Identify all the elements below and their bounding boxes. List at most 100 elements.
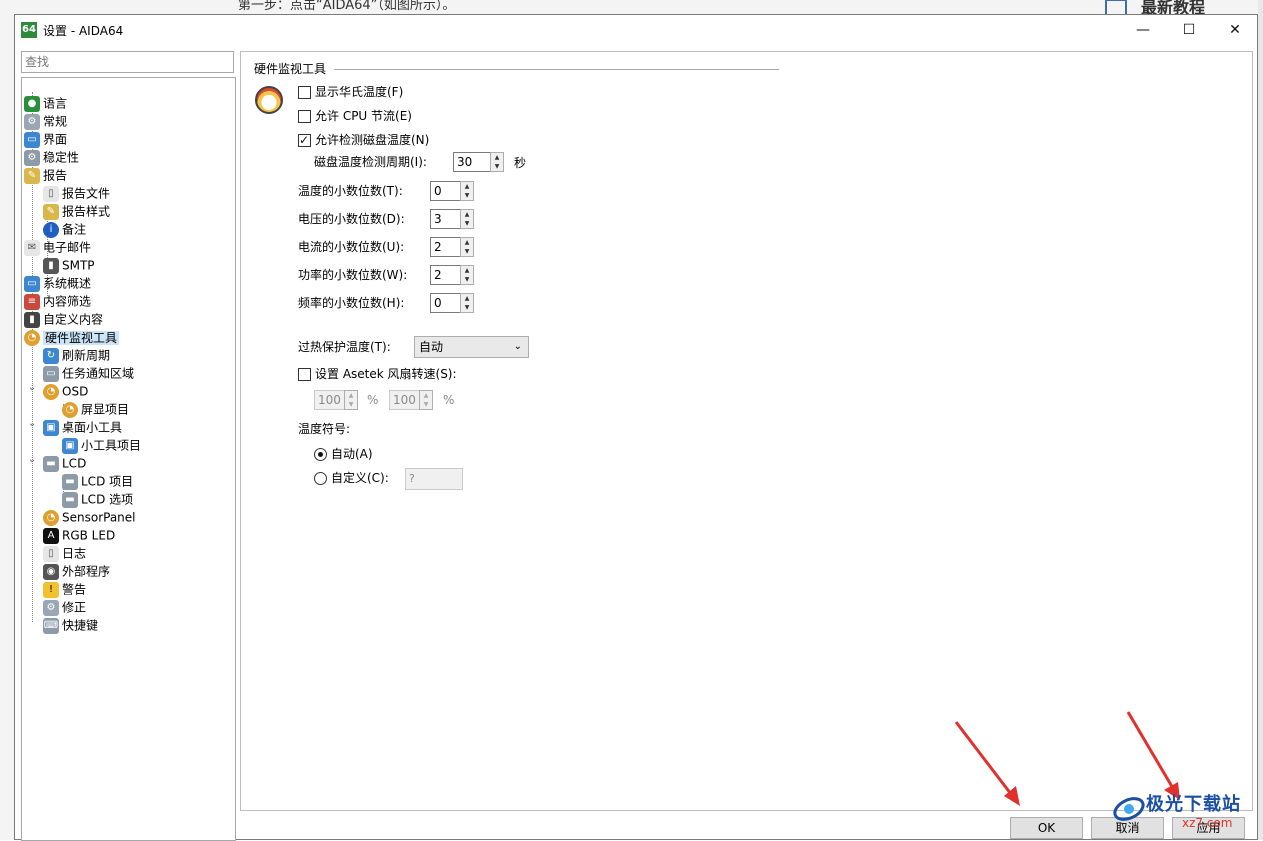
- monitor-icon: ▭: [24, 131, 40, 148]
- tree-item-osd-items[interactable]: ◔ 屏显项目: [62, 400, 129, 418]
- section-divider: [334, 69, 779, 70]
- watermark-logo-icon: [1113, 797, 1145, 821]
- radio-unselected: [314, 472, 327, 485]
- temp-symbol-auto-radio[interactable]: 自动(A): [314, 444, 373, 464]
- power-decimals-field[interactable]: 2: [430, 265, 461, 285]
- tree-item-sensorpanel[interactable]: ◔ SensorPanel: [43, 508, 136, 526]
- stepper-arrows[interactable]: ▲ ▼: [344, 390, 358, 410]
- tree-item-refresh-period[interactable]: ↻ 刷新周期: [43, 346, 110, 364]
- monitor-icon: ▭: [24, 275, 40, 292]
- disk-temp-period-stepper[interactable]: 30 ▲ ▼: [453, 152, 505, 174]
- stepper-arrows[interactable]: ▲ ▼: [460, 293, 474, 313]
- asetek-fan-checkbox[interactable]: 设置 Asetek 风扇转速(S):: [298, 364, 457, 384]
- tree-item-general[interactable]: ⚙ 常规: [24, 112, 67, 130]
- disk-temp-period-label: 磁盘温度检测周期(I):: [314, 155, 427, 169]
- tree-item-lcd[interactable]: ▬ LCD: [43, 454, 86, 472]
- seconds-unit: 秒: [514, 156, 527, 170]
- tree-item-fix[interactable]: ⚙ 修正: [43, 598, 86, 616]
- minimize-button[interactable]: —: [1120, 15, 1166, 45]
- tree-item-desktop-gadget[interactable]: ▣ 桌面小工具: [43, 418, 122, 436]
- settings-tree[interactable]: ● 语言 ⚙ 常规 ▭ 界面 ⚙ 稳定性 ✎ 报告 ▯ 报告文件 ✎ 报告样式 i 备注 ✉ 电子…: [21, 77, 236, 841]
- tree-item-hotkeys[interactable]: ⌨ 快捷键: [43, 616, 98, 634]
- asetek-speed1-field[interactable]: 100: [314, 390, 345, 410]
- watermark-text: 极光下载站: [1146, 794, 1241, 815]
- gauge-icon: [255, 86, 283, 114]
- rgb-icon: A: [43, 527, 59, 544]
- overheat-label: 过热保护温度(T):: [298, 340, 391, 354]
- chevron-down-icon[interactable]: ⌄: [28, 454, 36, 465]
- report-icon: ✎: [24, 167, 40, 184]
- tree-item-osd[interactable]: ◔ OSD: [43, 382, 88, 400]
- temp-symbol-custom-radio[interactable]: 自定义(C):: [314, 468, 389, 488]
- show-fahrenheit-checkbox[interactable]: 显示华氏温度(F): [298, 82, 403, 102]
- temp-decimals-stepper[interactable]: 0 ▲ ▼: [430, 181, 476, 203]
- allow-disk-temp-checkbox[interactable]: 允许检测磁盘温度(N): [298, 130, 429, 150]
- stepper-arrows[interactable]: ▲ ▼: [419, 390, 433, 410]
- current-decimals-stepper[interactable]: 2 ▲ ▼: [430, 237, 476, 259]
- tree-item-tray-area[interactable]: ▭ 任务通知区域: [43, 364, 134, 382]
- allow-cpu-throttle-checkbox[interactable]: 允许 CPU 节流(E): [298, 106, 412, 126]
- gauge-icon: ◔: [62, 401, 78, 418]
- tree-item-language[interactable]: ● 语言: [24, 94, 67, 112]
- gauge-icon: ◔: [24, 329, 40, 346]
- tray-icon: ▭: [43, 365, 59, 382]
- filter-icon: ≡: [24, 293, 40, 310]
- tree-item-report-file[interactable]: ▯ 报告文件: [43, 184, 110, 202]
- tree-item-rgb-led[interactable]: A RGB LED: [43, 526, 115, 544]
- tree-item-email[interactable]: ✉ 电子邮件: [24, 238, 91, 256]
- tree-item-lcd-items[interactable]: ▬ LCD 项目: [62, 472, 133, 490]
- freq-decimals-stepper[interactable]: 0 ▲ ▼: [430, 293, 476, 315]
- freq-decimals-field[interactable]: 0: [430, 293, 461, 313]
- stepper-arrows[interactable]: ▲ ▼: [460, 237, 474, 257]
- tree-item-report[interactable]: ✎ 报告: [24, 166, 67, 184]
- refresh-icon: ↻: [43, 347, 59, 364]
- tree-item-external-program[interactable]: ◉ 外部程序: [43, 562, 110, 580]
- asetek-speed2-stepper[interactable]: 100 ▲ ▼: [389, 390, 435, 412]
- temp-decimals-field[interactable]: 0: [430, 181, 461, 201]
- tree-item-interface[interactable]: ▭ 界面: [24, 130, 67, 148]
- settings-content-panel: 硬件监视工具 显示华氏温度(F) 允许 CPU 节流(E) 允许检测磁盘温度(N…: [240, 51, 1253, 811]
- chevron-down-icon[interactable]: ⌄: [28, 418, 36, 429]
- maximize-button[interactable]: ☐: [1166, 15, 1212, 45]
- tree-item-hardware-monitor[interactable]: ◔ 硬件监视工具: [24, 328, 120, 346]
- gadget-icon: ▣: [43, 419, 59, 436]
- style-icon: ✎: [43, 203, 59, 220]
- tree-item-report-style[interactable]: ✎ 报告样式: [43, 202, 110, 220]
- tree-item-content-filter[interactable]: ≡ 内容筛选: [24, 292, 91, 310]
- asetek-speed2-field[interactable]: 100: [389, 390, 420, 410]
- close-button[interactable]: ✕: [1212, 15, 1258, 45]
- stepper-arrows[interactable]: ▲ ▼: [460, 209, 474, 229]
- stepper-arrows[interactable]: ▲ ▼: [460, 265, 474, 285]
- overheat-select[interactable]: 自动 ⌄: [414, 336, 529, 358]
- temp-symbol-label: 温度符号:: [298, 422, 351, 436]
- tree-item-stability[interactable]: ⚙ 稳定性: [24, 148, 79, 166]
- title-bar[interactable]: 64 设置 - AIDA64 — ☐ ✕: [15, 15, 1257, 45]
- voltage-decimals-stepper[interactable]: 3 ▲ ▼: [430, 209, 476, 231]
- search-input[interactable]: [21, 51, 234, 73]
- disk-temp-period-field[interactable]: 30: [453, 152, 491, 172]
- tree-item-notes[interactable]: i 备注: [43, 220, 86, 238]
- tree-item-log[interactable]: ▯ 日志: [43, 544, 86, 562]
- custom-icon: ▮: [24, 311, 40, 328]
- tree-item-system-summary[interactable]: ▭ 系统概述: [24, 274, 91, 292]
- tree-item-custom-content[interactable]: ▮ 自定义内容: [24, 310, 103, 328]
- voltage-decimals-label: 电压的小数位数(D):: [298, 212, 405, 226]
- asetek-speed1-stepper[interactable]: 100 ▲ ▼: [314, 390, 360, 412]
- tree-item-smtp[interactable]: ▮ SMTP: [43, 256, 95, 274]
- ok-button[interactable]: OK: [1010, 817, 1083, 839]
- file-icon: ▯: [43, 185, 59, 202]
- power-decimals-stepper[interactable]: 2 ▲ ▼: [430, 265, 476, 287]
- power-decimals-label: 功率的小数位数(W):: [298, 268, 408, 282]
- keyboard-icon: ⌨: [43, 617, 59, 634]
- custom-symbol-field[interactable]: ?: [405, 468, 463, 490]
- voltage-decimals-field[interactable]: 3: [430, 209, 461, 229]
- program-icon: ◉: [43, 563, 59, 580]
- stepper-arrows[interactable]: ▲ ▼: [460, 181, 474, 201]
- watermark: 极光下载站 xz7.com: [1112, 786, 1258, 836]
- chevron-down-icon[interactable]: ⌄: [28, 382, 36, 393]
- tree-item-warning[interactable]: ! 警告: [43, 580, 86, 598]
- tree-item-gadget-items[interactable]: ▣ 小工具项目: [62, 436, 141, 454]
- tree-item-lcd-options[interactable]: ▬ LCD 选项: [62, 490, 133, 508]
- stepper-arrows[interactable]: ▲ ▼: [490, 152, 504, 172]
- current-decimals-field[interactable]: 2: [430, 237, 461, 257]
